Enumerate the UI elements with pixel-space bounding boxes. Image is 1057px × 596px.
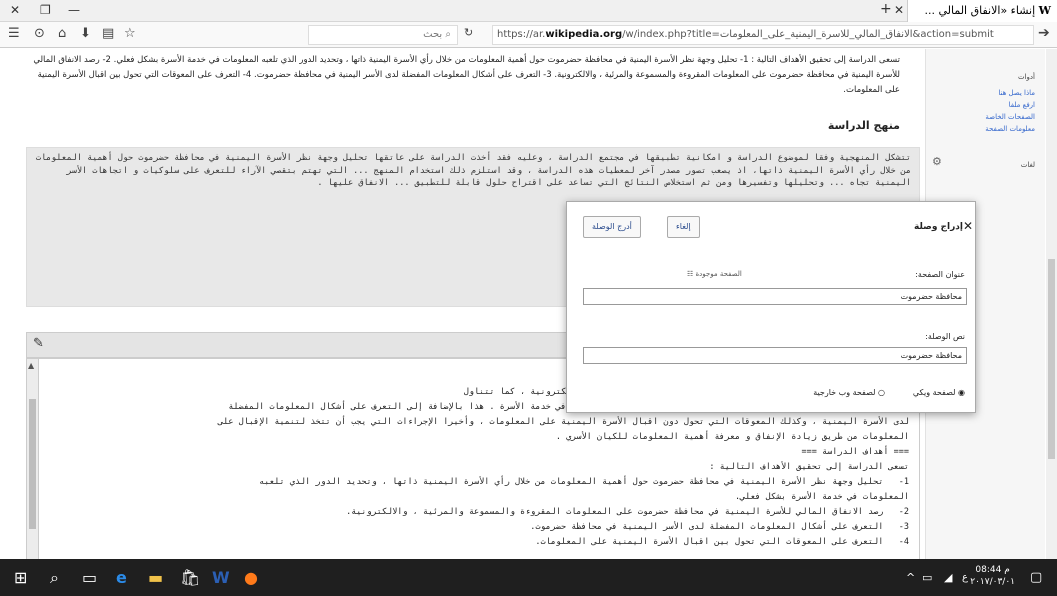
windows-taskbar: ⊞ ⌕ ▭ e ▬ 🛍 W ● ^ ▭ ◢ ع 08:44 م ٢٠١٧/٠٣/… — [0, 559, 1057, 596]
browser-nav-bar: ☰ ⊙ ⌂ ⬇ ▤ ☆ ⌕ بحث ↻ https://ar.wikipedia… — [0, 22, 1057, 48]
tray-chevron-icon[interactable]: ^ — [906, 571, 915, 584]
insert-link-button[interactable]: أدرج الوصلة — [583, 216, 641, 238]
search-icon: ⌕ — [445, 29, 451, 40]
radio-external-label: لصفحة وب خارجية — [813, 388, 876, 397]
bookmark-star-icon[interactable]: ☆ — [124, 26, 136, 41]
volume-icon[interactable]: ◢ — [944, 571, 952, 584]
close-window-icon[interactable]: ✕ — [10, 3, 20, 17]
restore-window-icon[interactable]: ❐ — [40, 3, 51, 17]
new-tab-icon[interactable]: + — [880, 1, 892, 17]
url-rest: /w/index.php?title=الانفاق_المالي_للاسرة… — [622, 29, 994, 40]
menu-icon[interactable]: ☰ — [8, 26, 20, 41]
gear-icon[interactable]: ⚙ — [932, 155, 942, 168]
link-text-input[interactable]: محافظة حضرموت — [583, 347, 967, 364]
clock[interactable]: 08:44 م ٢٠١٧/٠٣/٠١ — [970, 564, 1015, 588]
radio-external-page[interactable]: ○ لصفحة وب خارجية — [813, 388, 885, 397]
search-icon[interactable]: ⌕ — [50, 568, 59, 588]
page-exists-indicator: الصفحة موجودة ☷ — [687, 270, 742, 278]
dialog-title: إدراج وصلة — [913, 222, 963, 232]
radio-wiki-page[interactable]: ◉ لصفحة ويكي — [913, 388, 965, 397]
page-scroll-thumb[interactable] — [1048, 259, 1055, 459]
sidebar-tools-label: أدوات — [1018, 73, 1035, 81]
store-icon[interactable]: 🛍 — [180, 568, 200, 587]
clock-time: 08:44 م — [975, 565, 1010, 575]
forward-arrow-icon[interactable]: ➔ — [1038, 25, 1050, 41]
home-icon[interactable]: ⌂ — [58, 26, 66, 41]
sidebar-item-what-links-here[interactable]: ماذا يصل هنا — [998, 89, 1035, 97]
article-intro-text: تسعى الدراسة إلى تحقيق الأهداف التالية :… — [33, 55, 900, 95]
url-domain: wikipedia.org — [545, 29, 623, 40]
sidebar-item-upload[interactable]: ارفع ملفا — [1009, 101, 1035, 109]
windows-start-icon[interactable]: ⊞ — [14, 568, 27, 587]
library-icon[interactable]: ▤ — [102, 26, 114, 41]
download-icon[interactable]: ⬇ — [80, 26, 91, 41]
search-input[interactable]: ⌕ بحث — [308, 25, 458, 45]
search-placeholder: بحث — [423, 29, 443, 40]
edge-browser-icon[interactable]: e — [116, 568, 127, 587]
language-icon[interactable]: ع — [962, 572, 968, 583]
radio-selected-icon: ◉ — [958, 388, 965, 397]
close-tab-icon[interactable]: ✕ — [894, 3, 904, 17]
pencil-icon[interactable]: ✎ — [33, 336, 44, 351]
reload-icon[interactable]: ↻ — [464, 26, 473, 39]
close-dialog-icon[interactable]: ✕ — [963, 219, 973, 233]
browser-tab-bar: ✕ ❐ — + W إنشاء «الانفاق المالي ... ✕ — [0, 0, 1057, 22]
section-heading: منهج الدراسة — [827, 119, 900, 132]
link-text-label: نص الوصلة: — [925, 332, 965, 341]
scroll-up-icon[interactable]: ▲ — [28, 361, 34, 370]
notifications-icon[interactable]: ▢ — [1030, 570, 1042, 585]
page-title-label: عنوان الصفحة: — [915, 270, 965, 279]
cancel-button[interactable]: إلغاء — [667, 216, 700, 238]
network-icon[interactable]: ▭ — [922, 571, 932, 584]
editor-scrollbar[interactable]: ▲ — [27, 359, 39, 579]
tab-title: إنشاء «الانفاق المالي ... — [924, 4, 1036, 17]
firefox-icon[interactable]: ● — [244, 568, 258, 587]
word-icon[interactable]: W — [212, 568, 230, 587]
sidebar-item-special-pages[interactable]: الصفحات الخاصة — [985, 113, 1035, 121]
sidebar-item-page-info[interactable]: معلومات الصفحة — [985, 125, 1035, 133]
scroll-thumb[interactable] — [29, 399, 36, 529]
clock-date: ٢٠١٧/٠٣/٠١ — [970, 577, 1015, 587]
browser-tab[interactable]: W إنشاء «الانفاق المالي ... — [907, 0, 1057, 22]
page-title-input[interactable]: محافظة حضرموت — [583, 288, 967, 305]
radio-unselected-icon: ○ — [878, 388, 885, 397]
insert-link-dialog: ✕ إدراج وصلة أدرج الوصلة إلغاء عنوان الص… — [566, 201, 976, 413]
minimize-window-icon[interactable]: — — [68, 3, 80, 17]
pocket-icon[interactable]: ⊙ — [34, 26, 45, 41]
wikipedia-w-icon: W — [1038, 4, 1051, 17]
page-exists-text: الصفحة موجودة — [695, 270, 742, 278]
sidebar-languages-label: لغات — [1020, 161, 1035, 169]
page-exists-icon: ☷ — [687, 270, 694, 278]
page-scrollbar[interactable] — [1046, 49, 1057, 559]
url-prefix: https://ar. — [497, 29, 546, 40]
task-view-icon[interactable]: ▭ — [82, 568, 97, 587]
file-explorer-icon[interactable]: ▬ — [148, 568, 163, 587]
radio-wiki-label: لصفحة ويكي — [912, 388, 956, 397]
url-bar[interactable]: https://ar.wikipedia.org/w/index.php?tit… — [492, 25, 1034, 45]
